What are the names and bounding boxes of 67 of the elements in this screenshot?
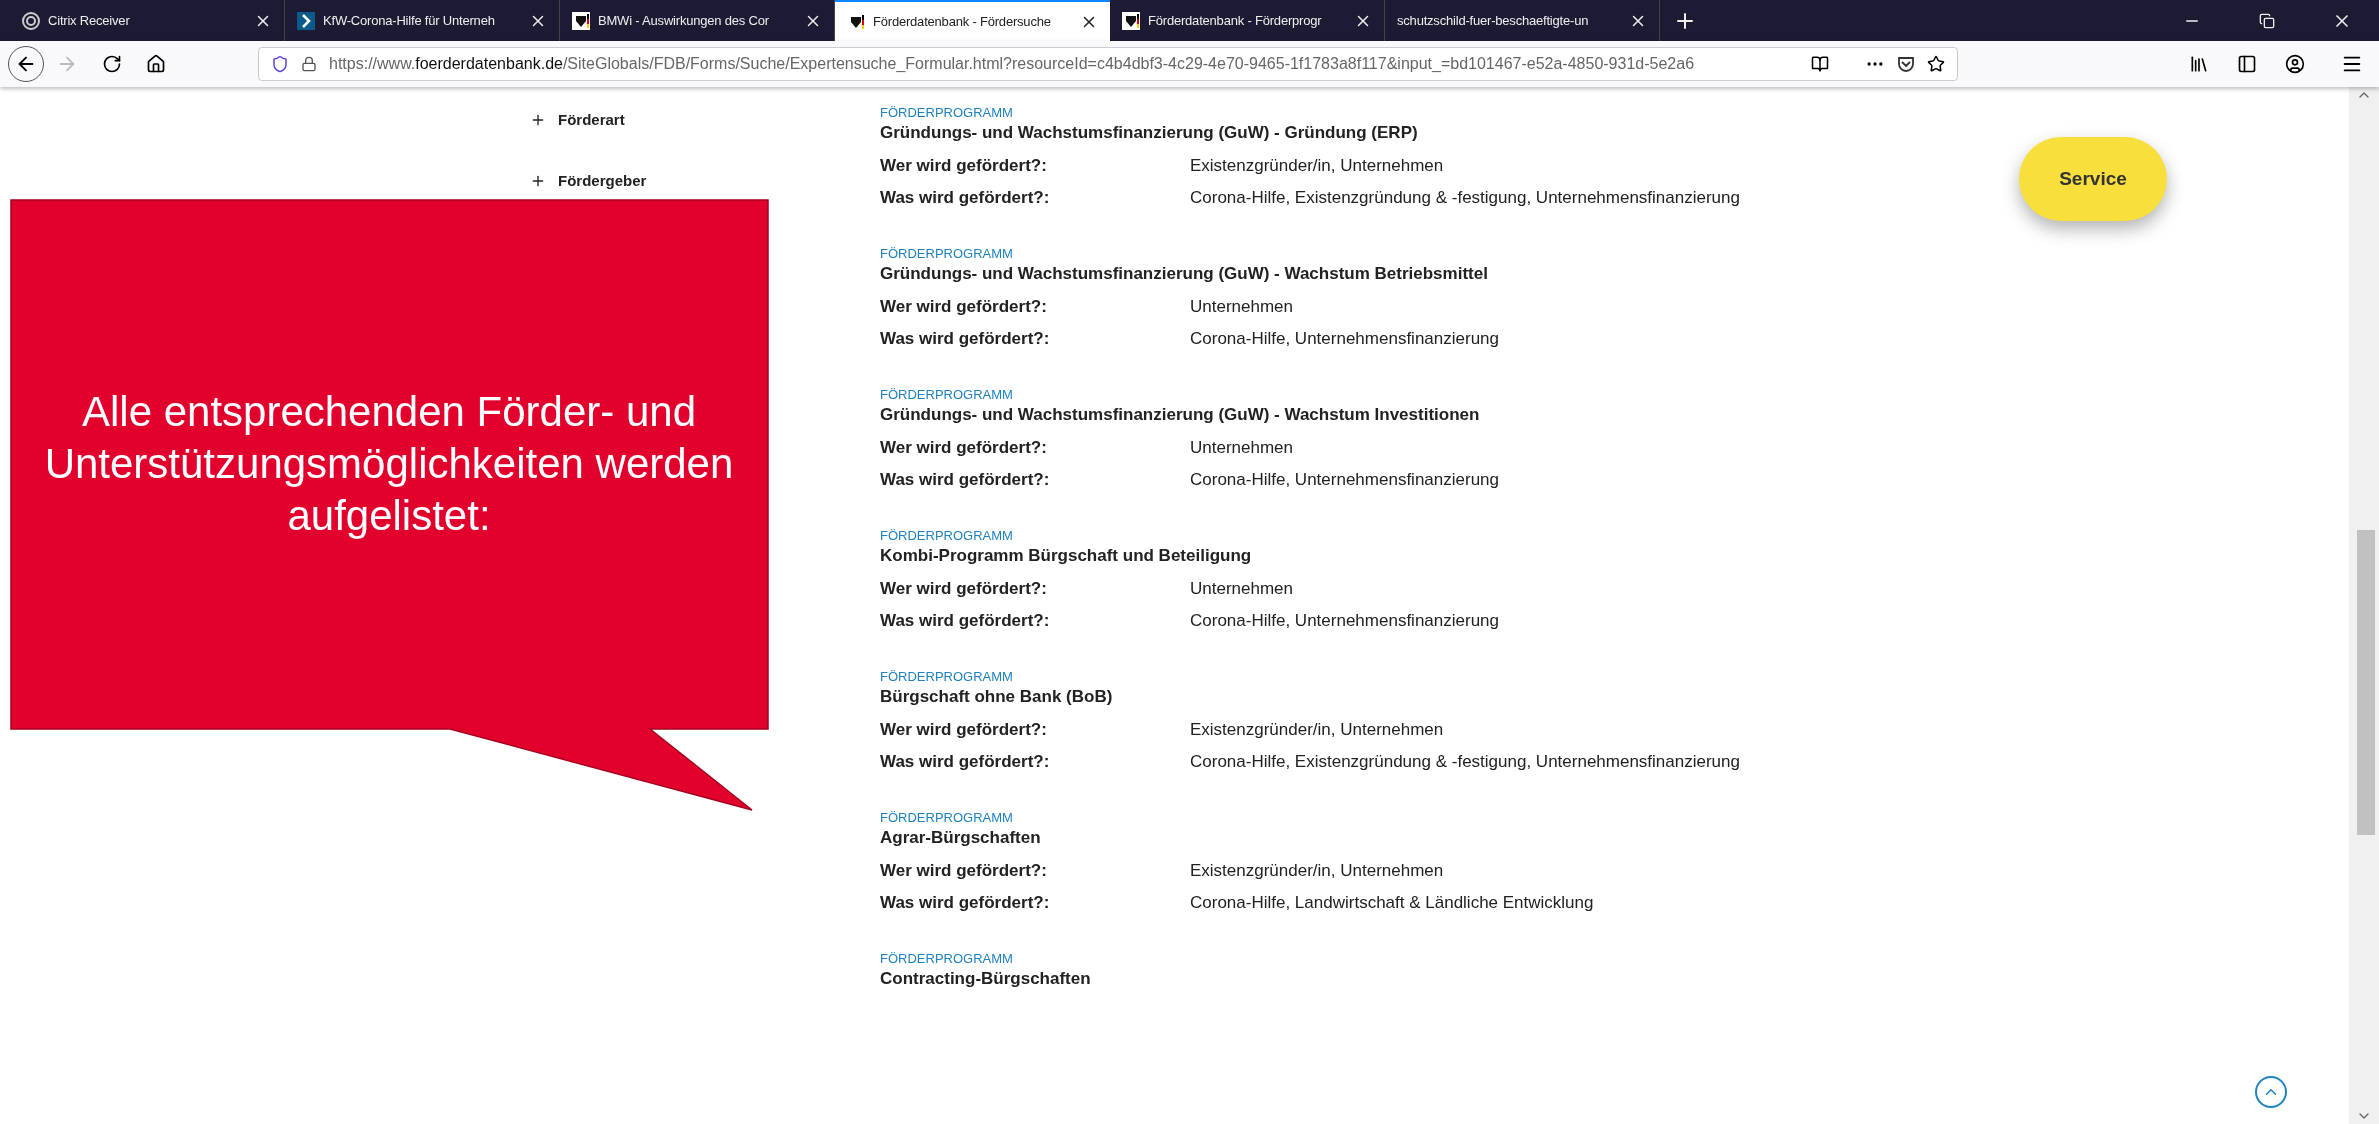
sidebar-icon[interactable]: [2237, 54, 2257, 74]
field-value: Corona-Hilfe, Landwirtschaft & Ländliche Entwicklung: [1190, 892, 1594, 914]
field-label: Was wird gefördert?:: [880, 610, 1051, 632]
field-value: Unternehmen: [1190, 578, 1293, 600]
bookmark-star-icon[interactable]: [1927, 55, 1945, 73]
service-button[interactable]: Service: [2019, 137, 2167, 221]
result-type-label: FÖRDERPROGRAMM: [880, 105, 1014, 121]
filter-toggle[interactable]: Fördergeber: [530, 169, 647, 192]
tab-title: KfW-Corona-Hilfe für Unterneh: [323, 11, 496, 30]
result-title[interactable]: Gründungs- und Wachstumsfinanzierung (GuW) - Wachstum Betriebsmittel: [880, 262, 1999, 286]
field-label: Wer wird gefördert?:: [880, 719, 1048, 741]
browser-tab[interactable]: Förderdatenbank - Fördersuche: [835, 0, 1110, 41]
field-label: Was wird gefördert?:: [880, 328, 1051, 350]
field-label: Wer wird gefördert?:: [880, 296, 1048, 318]
field-label: Wer wird gefördert?:: [880, 155, 1048, 177]
field-label: Was wird gefördert?:: [880, 892, 1051, 914]
eagle-flag-icon: [1122, 11, 1140, 30]
restore-icon[interactable]: [2258, 12, 2275, 29]
lock-icon[interactable]: [301, 56, 317, 72]
tab-title: schutzschild-fuer-beschaeftigte-un: [1397, 11, 1590, 30]
tab-title: BMWi - Auswirkungen des Cor: [598, 11, 770, 30]
field-value: Existenzgründer/in, Unternehmen: [1190, 860, 1444, 882]
pocket-icon[interactable]: [1897, 55, 1915, 73]
reader-view-icon[interactable]: [1811, 55, 1829, 73]
address-bar[interactable]: https://www.foerderdatenbank.de/SiteGlobals/FDB/Forms/Suche/Expertensuche_Formular.html?resourceId=c4b4dbf3-4c29-4e70-9465-1f1783a8f117&input_=bd101467-e52a-4850-931d-5e2a6: [258, 47, 1958, 81]
field-label: Was wird gefördert?:: [880, 469, 1051, 491]
field-label: Wer wird gefördert?:: [880, 578, 1048, 600]
result-type-label: FÖRDERPROGRAMM: [880, 528, 1014, 544]
filter-toggle[interactable]: Förderart: [530, 109, 625, 132]
home-icon[interactable]: [146, 54, 166, 74]
chevron-logo-icon: [297, 11, 315, 30]
result-type-label: FÖRDERPROGRAMM: [880, 810, 1014, 826]
field-value: Corona-Hilfe, Unternehmensfinanzierung: [1190, 328, 1499, 350]
field-label: Was wird gefördert?:: [880, 187, 1051, 209]
field-value: Existenzgründer/in, Unternehmen: [1190, 155, 1444, 177]
eagle-flag-icon: [572, 11, 590, 30]
library-icon[interactable]: [2189, 54, 2209, 74]
field-value: Unternehmen: [1190, 437, 1293, 459]
field-value: Existenzgründer/in, Unternehmen: [1190, 719, 1444, 741]
field-value: Unternehmen: [1190, 296, 1293, 318]
result-type-label: FÖRDERPROGRAMM: [880, 951, 1014, 967]
callout-text: Alle entsprechenden Förder- und Unterstützungsmöglichkeiten werden aufgelistet:: [43, 387, 735, 541]
swirl-icon: [22, 11, 40, 30]
field-value: Corona-Hilfe, Existenzgründung & -festigung, Unternehmensfinanzierung: [1190, 187, 1740, 209]
result-title[interactable]: Contracting-Bürgschaften: [880, 967, 1999, 991]
tab-title: Citrix Receiver: [48, 11, 131, 30]
account-icon[interactable]: [2285, 54, 2305, 74]
field-label: Was wird gefördert?:: [880, 751, 1051, 773]
result-title[interactable]: Gründungs- und Wachstumsfinanzierung (GuW) - Wachstum Investitionen: [880, 403, 1999, 427]
result-type-label: FÖRDERPROGRAMM: [880, 246, 1014, 262]
scrollbar-thumb[interactable]: [2357, 530, 2375, 835]
field-label: Wer wird gefördert?:: [880, 437, 1048, 459]
result-title[interactable]: Gründungs- und Wachstumsfinanzierung (GuW) - Gründung (ERP): [880, 121, 1999, 145]
tab-title: Förderdatenbank - Förderprogr: [1148, 11, 1323, 30]
field-value: Corona-Hilfe, Unternehmensfinanzierung: [1190, 469, 1499, 491]
url-text: https://www.foerderdatenbank.de/SiteGlobals/FDB/Forms/Suche/Expertensuche_Formular.html?resourceId=c4b4dbf3-4c29-4e70-9465-1f1783a8f117&input_=bd101467-e52a-4850-931d-5e2a6: [329, 54, 1696, 74]
shield-icon[interactable]: [271, 55, 289, 73]
field-label: Wer wird gefördert?:: [880, 860, 1048, 882]
field-value: Corona-Hilfe, Existenzgründung & -festigung, Unternehmensfinanzierung: [1190, 751, 1740, 773]
tab-title: Förderdatenbank - Fördersuche: [873, 12, 1052, 31]
result-title[interactable]: Bürgschaft ohne Bank (BoB): [880, 685, 1999, 709]
field-value: Corona-Hilfe, Unternehmensfinanzierung: [1190, 610, 1499, 632]
result-title[interactable]: Kombi-Programm Bürgschaft und Beteiligung: [880, 544, 1999, 568]
result-type-label: FÖRDERPROGRAMM: [880, 669, 1014, 685]
reload-icon[interactable]: [102, 54, 122, 74]
result-type-label: FÖRDERPROGRAMM: [880, 387, 1014, 403]
result-title[interactable]: Agrar-Bürgschaften: [880, 826, 1999, 850]
